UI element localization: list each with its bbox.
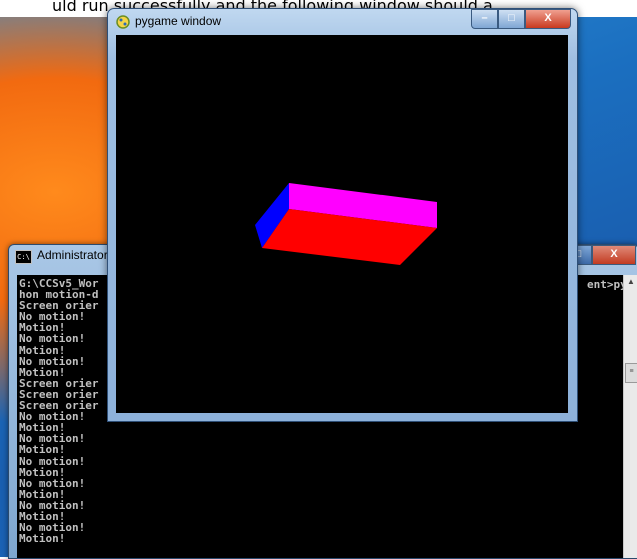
minimize-button[interactable]: – [471, 9, 498, 29]
close-button[interactable]: X [592, 245, 636, 265]
scroll-up-arrow-icon[interactable]: ▲ [624, 275, 637, 289]
close-button[interactable]: X [525, 9, 571, 29]
pygame-canvas[interactable] [116, 35, 568, 413]
scroll-thumb[interactable]: ≡ [625, 363, 637, 383]
pygame-window[interactable]: pygame window – □ X [107, 8, 578, 422]
3d-box-render [255, 183, 437, 265]
pygame-snake-icon [116, 15, 130, 29]
console-title: Administrator [37, 248, 108, 262]
maximize-button[interactable]: □ [498, 9, 525, 29]
pygame-window-title: pygame window [135, 14, 222, 28]
pygame-window-controls: – □ X [471, 9, 571, 29]
console-command-tail: ent>pyt [587, 278, 623, 291]
console-icon: C:\ [15, 250, 32, 264]
console-scrollbar[interactable]: ▲ ≡ [623, 275, 637, 558]
